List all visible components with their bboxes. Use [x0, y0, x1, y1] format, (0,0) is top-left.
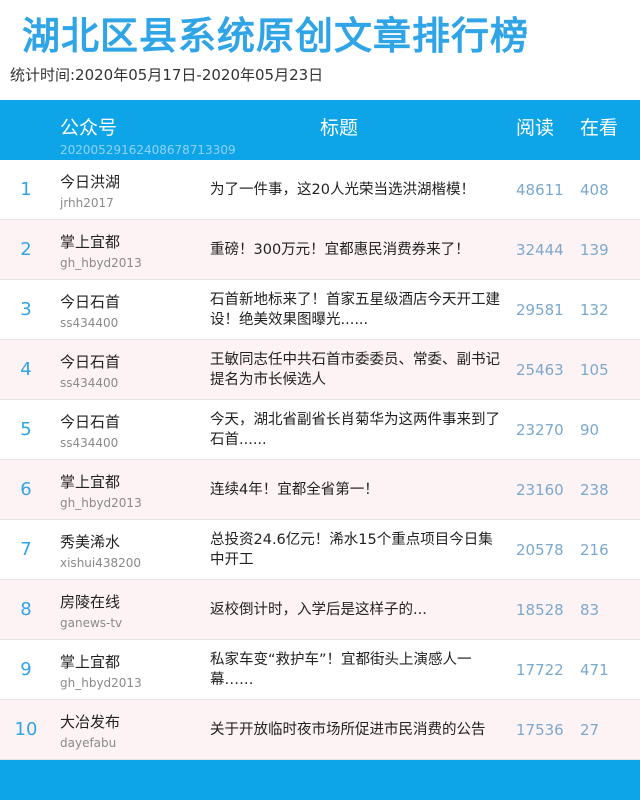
table-row[interactable]: 5 今日石首 ss434400 今天，湖北省副省长肖菊华为这两件事来到了石首..…: [0, 400, 640, 460]
like-count: 238: [580, 481, 609, 499]
account-id: ss434400: [60, 316, 119, 330]
article-title-cell[interactable]: 连续4年！宜都全省第一！: [210, 460, 506, 520]
article-title[interactable]: 为了一件事，这20人光荣当选洪湖楷模！: [210, 180, 475, 200]
table-row[interactable]: 6 掌上宜都 gh_hbyd2013 连续4年！宜都全省第一！ 23160 23…: [0, 460, 640, 520]
row-rank: 2: [20, 239, 32, 260]
account-id: xishui438200: [60, 556, 142, 570]
table-header: 公众号 20200529162408678713309 标题 阅读 在看: [0, 100, 640, 160]
account-name[interactable]: 今日石首: [60, 412, 120, 432]
article-title-cell[interactable]: 关于开放临时夜市场所促进市民消费的公告: [210, 700, 506, 760]
table-row[interactable]: 1 今日洪湖 jrhh2017 为了一件事，这20人光荣当选洪湖楷模！ 4861…: [0, 160, 640, 220]
account-id: dayefabu: [60, 736, 117, 750]
ranking-table: 1 今日洪湖 jrhh2017 为了一件事，这20人光荣当选洪湖楷模！ 4861…: [0, 160, 640, 760]
table-row[interactable]: 10 大冶发布 dayefabu 关于开放临时夜市场所促进市民消费的公告 175…: [0, 700, 640, 760]
page-title: 湖北区县系统原创文章排行榜: [22, 14, 530, 58]
account-name[interactable]: 秀美浠水: [60, 532, 120, 552]
account-id: gh_hbyd2013: [60, 676, 142, 690]
like-count: 471: [580, 661, 609, 679]
row-rank: 3: [20, 299, 32, 320]
article-title-cell[interactable]: 返校倒计时，入学后是这样子的...: [210, 580, 506, 640]
like-count: 83: [580, 601, 600, 619]
read-count: 32444: [516, 241, 564, 259]
read-count: 20578: [516, 541, 564, 559]
article-title[interactable]: 王敏同志任中共石首市委委员、常委、副书记 提名为市长候选人: [210, 350, 506, 390]
account-name[interactable]: 掌上宜都: [60, 652, 120, 672]
account-name[interactable]: 大冶发布: [60, 712, 120, 732]
account-id: gh_hbyd2013: [60, 256, 142, 270]
article-title-cell[interactable]: 总投资24.6亿元！浠水15个重点项目今日集中开工: [210, 520, 506, 580]
row-rank: 9: [20, 659, 32, 680]
article-title-cell[interactable]: 重磅！300万元！宜都惠民消费券来了！: [210, 220, 506, 280]
article-title[interactable]: 返校倒计时，入学后是这样子的...: [210, 600, 427, 620]
header-code: 20200529162408678713309: [60, 143, 236, 157]
like-count: 408: [580, 181, 609, 199]
header-likes: 在看: [580, 117, 619, 139]
article-title[interactable]: 今天，湖北省副省长肖菊华为这两件事来到了石首......: [210, 410, 506, 450]
article-title[interactable]: 石首新地标来了！首家五星级酒店今天开工建设！绝美效果图曝光......: [210, 290, 506, 330]
row-rank: 5: [20, 419, 32, 440]
like-count: 105: [580, 361, 609, 379]
like-count: 139: [580, 241, 609, 259]
read-count: 29581: [516, 301, 564, 319]
table-row[interactable]: 2 掌上宜都 gh_hbyd2013 重磅！300万元！宜都惠民消费券来了！ 3…: [0, 220, 640, 280]
read-count: 25463: [516, 361, 564, 379]
article-title-cell[interactable]: 石首新地标来了！首家五星级酒店今天开工建设！绝美效果图曝光......: [210, 280, 506, 340]
table-row[interactable]: 9 掌上宜都 gh_hbyd2013 私家车变“救护车”！宜都街头上演感人一幕……: [0, 640, 640, 700]
account-name[interactable]: 今日石首: [60, 292, 120, 312]
account-id: jrhh2017: [60, 196, 114, 210]
article-title-cell[interactable]: 为了一件事，这20人光荣当选洪湖楷模！: [210, 160, 506, 220]
like-count: 216: [580, 541, 609, 559]
read-count: 23160: [516, 481, 564, 499]
account-name[interactable]: 房陵在线: [60, 592, 120, 612]
row-rank: 7: [20, 539, 32, 560]
header-title: 标题: [320, 117, 359, 139]
article-title-cell[interactable]: 私家车变“救护车”！宜都街头上演感人一幕……: [210, 640, 506, 700]
read-count: 23270: [516, 421, 564, 439]
row-rank: 1: [20, 179, 32, 200]
article-title[interactable]: 重磅！300万元！宜都惠民消费券来了！: [210, 240, 470, 260]
article-title[interactable]: 总投资24.6亿元！浠水15个重点项目今日集中开工: [210, 530, 506, 570]
like-count: 90: [580, 421, 600, 439]
account-id: gh_hbyd2013: [60, 496, 142, 510]
article-title[interactable]: 私家车变“救护车”！宜都街头上演感人一幕……: [210, 650, 506, 690]
account-id: ss434400: [60, 376, 119, 390]
read-count: 17722: [516, 661, 564, 679]
table-row[interactable]: 3 今日石首 ss434400 石首新地标来了！首家五星级酒店今天开工建设！绝美…: [0, 280, 640, 340]
read-count: 48611: [516, 181, 564, 199]
table-row[interactable]: 8 房陵在线 ganews-tv 返校倒计时，入学后是这样子的... 18528…: [0, 580, 640, 640]
table-row[interactable]: 4 今日石首 ss434400 王敏同志任中共石首市委委员、常委、副书记 提名为…: [0, 340, 640, 400]
row-rank: 10: [14, 719, 38, 740]
read-count: 17536: [516, 721, 564, 739]
header-account: 公众号: [60, 117, 118, 139]
read-count: 18528: [516, 601, 564, 619]
statistics-period: 统计时间:2020年05月17日-2020年05月23日: [10, 66, 324, 84]
article-title[interactable]: 关于开放临时夜市场所促进市民消费的公告: [210, 720, 486, 740]
row-rank: 6: [20, 479, 32, 500]
account-name[interactable]: 今日洪湖: [60, 172, 120, 192]
like-count: 27: [580, 721, 600, 739]
account-name[interactable]: 掌上宜都: [60, 232, 120, 252]
row-rank: 4: [20, 359, 32, 380]
account-id: ss434400: [60, 436, 119, 450]
header-reads: 阅读: [516, 117, 555, 139]
table-row[interactable]: 7 秀美浠水 xishui438200 总投资24.6亿元！浠水15个重点项目今…: [0, 520, 640, 580]
footer-bar: [0, 760, 640, 800]
account-name[interactable]: 掌上宜都: [60, 472, 120, 492]
article-title-cell[interactable]: 今天，湖北省副省长肖菊华为这两件事来到了石首......: [210, 400, 506, 460]
article-title[interactable]: 连续4年！宜都全省第一！: [210, 480, 379, 500]
like-count: 132: [580, 301, 609, 319]
account-name[interactable]: 今日石首: [60, 352, 120, 372]
row-rank: 8: [20, 599, 32, 620]
account-id: ganews-tv: [60, 616, 123, 630]
article-title-cell[interactable]: 王敏同志任中共石首市委委员、常委、副书记 提名为市长候选人: [210, 340, 506, 400]
